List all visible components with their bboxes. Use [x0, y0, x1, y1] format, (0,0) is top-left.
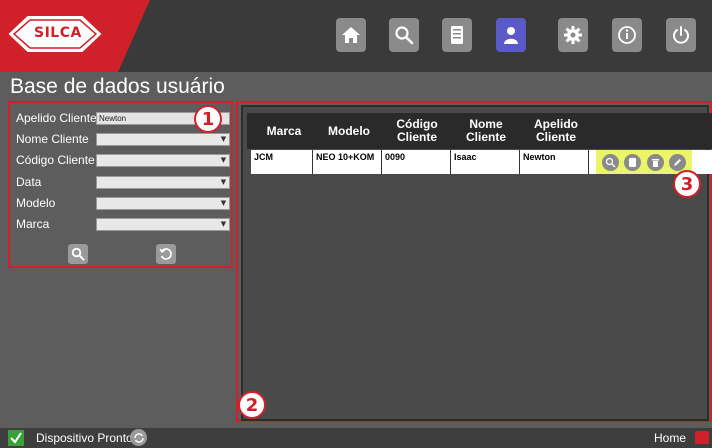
reset-button[interactable]	[156, 244, 176, 264]
nav-settings-button[interactable]	[558, 18, 588, 52]
nome-cliente-select[interactable]: ▼	[96, 133, 230, 146]
data-select[interactable]: ▼	[96, 176, 230, 189]
device-status-text: Dispositivo Pronto	[36, 431, 133, 445]
row-actions	[596, 150, 692, 174]
device-ready-check-icon	[8, 430, 24, 446]
nav-database-button[interactable]	[442, 18, 472, 52]
cell-apelido: Newton	[520, 150, 589, 174]
results-panel: Marca Modelo Código Cliente Nome Cliente…	[236, 101, 712, 422]
chevron-down-icon: ▼	[220, 178, 227, 186]
results-table: Marca Modelo Código Cliente Nome Cliente…	[241, 105, 712, 421]
column-header-codigo[interactable]: Código Cliente	[384, 113, 450, 149]
gear-icon	[564, 26, 582, 44]
logo-text: SILCA	[34, 25, 82, 41]
column-header-apelido[interactable]: Apelido Cliente	[522, 113, 590, 149]
page-title: Base de dados usuário	[10, 75, 225, 98]
cell-modelo: NEO 10+KOM	[313, 150, 382, 174]
zoom-icon	[605, 157, 616, 168]
power-icon	[673, 26, 689, 44]
search-icon	[395, 26, 414, 45]
table-row[interactable]: JCM NEO 10+KOM 0090 Isaac Newton	[251, 150, 712, 174]
callout-badge-3: 3	[673, 170, 701, 198]
search-button[interactable]	[68, 244, 88, 264]
nav-search-button[interactable]	[389, 18, 419, 52]
message-icon[interactable]	[695, 431, 709, 444]
user-icon	[504, 27, 518, 44]
filter-row-marca: Marca ▼	[14, 216, 233, 232]
delete-record-button[interactable]	[646, 153, 664, 171]
info-icon	[618, 26, 636, 44]
chevron-down-icon: ▼	[220, 135, 227, 143]
filter-label: Nome Cliente	[16, 132, 89, 146]
column-header-modelo[interactable]: Modelo	[315, 113, 383, 149]
nav-power-button[interactable]	[666, 18, 696, 52]
column-header-marca[interactable]: Marca	[256, 113, 312, 149]
filter-row-nome: Nome Cliente ▼	[14, 131, 233, 147]
filter-label: Marca	[16, 217, 50, 231]
nav-users-button[interactable]	[496, 18, 526, 52]
refresh-icon	[133, 432, 144, 443]
cell-nome: Isaac	[451, 150, 520, 174]
codigo-cliente-select[interactable]: ▼	[96, 154, 230, 167]
filter-label: Código Cliente	[16, 153, 95, 167]
callout-badge-2: 2	[238, 391, 266, 419]
modelo-select[interactable]: ▼	[96, 197, 230, 210]
trash-icon	[651, 158, 659, 167]
chevron-down-icon: ▼	[220, 220, 227, 228]
filter-row-modelo: Modelo ▼	[14, 195, 233, 211]
refresh-button[interactable]	[130, 429, 147, 446]
home-link[interactable]: Home	[654, 430, 686, 446]
marca-select[interactable]: ▼	[96, 218, 230, 231]
reset-icon	[159, 248, 172, 260]
cell-marca: JCM	[251, 150, 313, 174]
nav-info-button[interactable]	[612, 18, 642, 52]
copy-record-button[interactable]	[624, 153, 642, 171]
table-header: Marca Modelo Código Cliente Nome Cliente…	[247, 113, 712, 149]
filter-label: Modelo	[16, 196, 56, 210]
filter-label: Apelido Cliente	[16, 111, 97, 125]
document-icon	[629, 157, 637, 167]
filter-label: Data	[16, 175, 42, 189]
filter-row-data: Data ▼	[14, 174, 233, 190]
key-database-icon	[451, 26, 463, 44]
chevron-down-icon: ▼	[220, 156, 227, 164]
edit-record-button[interactable]	[669, 153, 687, 171]
silca-logo: SILCA	[8, 13, 102, 55]
search-icon	[71, 247, 85, 261]
chevron-down-icon: ▼	[220, 199, 227, 207]
pencil-icon	[674, 158, 682, 166]
filter-row-codigo: Código Cliente ▼	[14, 152, 233, 168]
app-header: SILCA	[0, 0, 712, 72]
view-record-button[interactable]	[601, 153, 619, 171]
callout-badge-1: 1	[194, 105, 222, 133]
home-icon	[342, 27, 360, 43]
cell-codigo: 0090	[382, 150, 451, 174]
nav-home-button[interactable]	[336, 18, 366, 52]
column-header-nome[interactable]: Nome Cliente	[453, 113, 519, 149]
